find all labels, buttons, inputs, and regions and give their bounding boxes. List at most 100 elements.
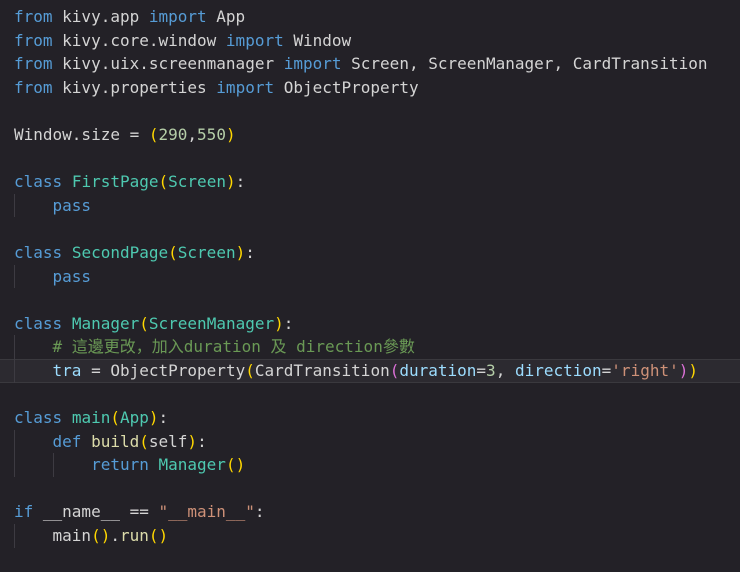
indent-guide	[14, 429, 15, 454]
code-token: 'right'	[611, 360, 679, 380]
code-line[interactable]: from kivy.core.window import Window	[0, 29, 740, 53]
code-line[interactable]	[0, 477, 740, 501]
code-token: (	[389, 360, 400, 380]
code-token: Window.size =	[14, 124, 149, 144]
code-token: pass	[52, 195, 92, 215]
code-token: Manager	[158, 455, 226, 475]
code-token: "__main__"	[158, 502, 255, 522]
code-token: from	[14, 7, 53, 26]
code-token: 290	[158, 124, 188, 144]
code-line[interactable]: class main(App):	[0, 406, 740, 430]
code-token: self	[148, 431, 188, 451]
code-token: (	[168, 242, 178, 262]
code-token: ,	[495, 360, 515, 380]
code-line[interactable]	[0, 288, 740, 312]
code-line[interactable]	[0, 99, 740, 123]
code-token: )	[187, 431, 198, 451]
code-token: )	[235, 242, 246, 262]
code-token: from	[14, 30, 53, 50]
code-token: run	[119, 526, 149, 546]
code-token: kivy.core.window	[52, 30, 226, 50]
code-line[interactable]	[0, 383, 740, 407]
code-token: from	[14, 54, 53, 74]
code-token: # 這邊更改，加入duration 及 direction參數	[52, 337, 415, 357]
code-token: class	[14, 408, 63, 428]
indent-guide	[14, 193, 15, 218]
code-token: :	[197, 431, 207, 451]
code-token: FirstPage	[71, 172, 159, 192]
code-token: Screen, ScreenManager, CardTransition	[341, 54, 708, 74]
code-token: import	[283, 54, 342, 74]
code-line[interactable]: # 這邊更改，加入duration 及 direction參數	[0, 335, 740, 359]
code-token: ObjectProperty	[274, 77, 419, 97]
code-token: 550	[197, 124, 226, 144]
code-token: class	[14, 313, 63, 333]
code-token: =	[476, 360, 487, 380]
code-line[interactable]: class Manager(ScreenManager):	[0, 312, 740, 336]
code-token: )	[688, 360, 699, 380]
code-token: ()	[225, 455, 246, 475]
code-line[interactable]: class SecondPage(Screen):	[0, 241, 740, 265]
code-token: 3	[486, 360, 496, 380]
code-token: main	[71, 408, 111, 428]
code-line[interactable]: if __name__ == "__main__":	[0, 500, 740, 524]
code-token: )	[678, 360, 689, 380]
code-editor[interactable]: from kivy.app import App from kivy.core.w…	[0, 0, 740, 572]
code-line-current[interactable]: tra = ObjectProperty(CardTransition(dura…	[0, 358, 740, 383]
code-line[interactable]: from kivy.app import App	[0, 5, 740, 29]
code-line[interactable]: class FirstPage(Screen):	[0, 170, 740, 194]
code-token: build	[91, 431, 140, 451]
code-line[interactable]: from kivy.uix.screenmanager import Scree…	[0, 52, 740, 76]
code-line[interactable]: main().run()	[0, 524, 740, 548]
code-token: ,	[187, 124, 198, 144]
indent-guide	[14, 453, 15, 477]
code-token: import	[216, 77, 275, 97]
code-token: return	[91, 455, 149, 475]
code-line[interactable]	[0, 548, 740, 572]
code-token: import	[225, 30, 284, 50]
code-line[interactable]	[0, 217, 740, 241]
code-line[interactable]	[0, 147, 740, 171]
code-token: if	[14, 502, 34, 522]
code-token: (	[139, 313, 149, 333]
code-token: :	[283, 313, 294, 333]
code-token: Window	[283, 30, 352, 50]
code-token: pass	[52, 266, 92, 286]
indent-guide	[14, 358, 15, 383]
code-token: App	[119, 408, 149, 428]
indent-guide	[52, 453, 54, 477]
code-token: :	[158, 408, 169, 428]
code-token: kivy.app	[52, 7, 149, 26]
code-line[interactable]: from kivy.properties import ObjectProper…	[0, 76, 740, 100]
code-token: main	[52, 526, 92, 546]
code-token: def	[52, 431, 82, 451]
code-token: (	[158, 172, 169, 192]
code-token: App	[206, 7, 246, 26]
code-token: )	[225, 172, 236, 192]
code-token: =	[601, 360, 612, 380]
code-token: Manager	[71, 313, 140, 333]
code-token: ObjectProperty	[110, 360, 246, 380]
code-line[interactable]: def build(self):	[0, 429, 740, 454]
code-line[interactable]: return Manager()	[0, 453, 740, 477]
code-line[interactable]: pass	[0, 264, 740, 289]
code-token: CardTransition	[254, 360, 390, 380]
code-token: import	[148, 7, 207, 26]
code-line[interactable]: pass	[0, 193, 740, 218]
code-line[interactable]: Window.size = (290,550)	[0, 123, 740, 147]
code-token: (	[148, 124, 159, 144]
code-token: :	[245, 242, 255, 262]
code-token: =	[81, 360, 111, 380]
code-token: tra	[52, 360, 82, 380]
code-token: __name__ ==	[33, 502, 159, 522]
code-token: duration	[399, 360, 477, 380]
code-token: Screen	[177, 242, 236, 262]
